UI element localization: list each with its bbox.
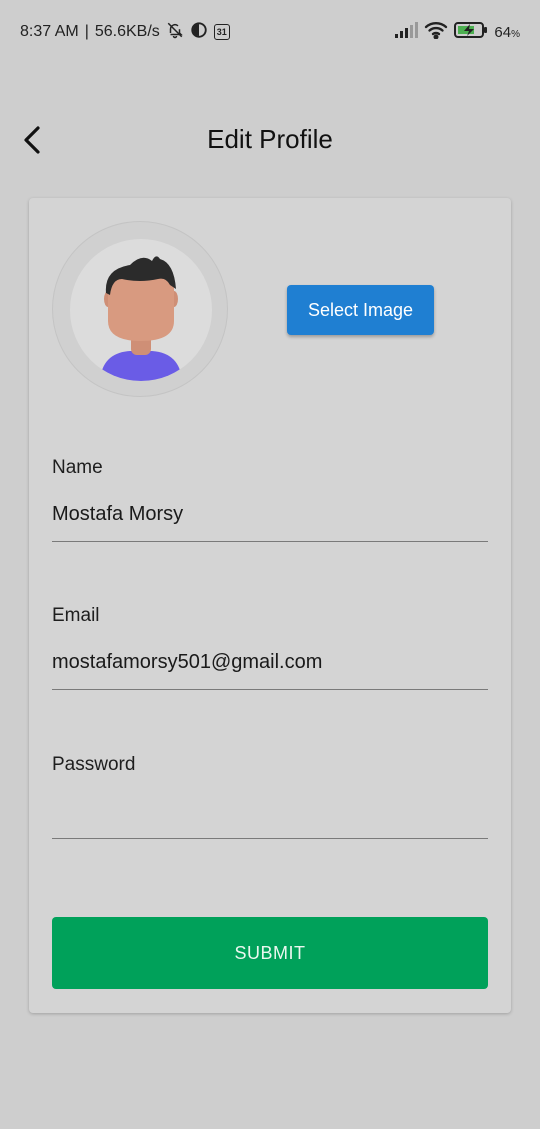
signal-icon [394, 21, 419, 43]
battery-value: 64 [494, 23, 512, 41]
bell-off-icon [166, 21, 184, 44]
status-left: 8:37 AM | 56.6KB/s 31 [20, 21, 230, 44]
name-label: Name [52, 457, 103, 478]
calendar-icon: 31 [213, 24, 230, 40]
battery-charging-icon [454, 21, 488, 44]
user-avatar-illustration [100, 256, 182, 381]
email-input[interactable]: mostafamorsy501@gmail.com [52, 651, 488, 690]
profile-card: Select Image Name Mostafa Morsy Email mo… [29, 198, 511, 1013]
select-image-button[interactable]: Select Image [287, 285, 434, 335]
vpn-icon [190, 21, 208, 44]
name-input[interactable]: Mostafa Morsy [52, 503, 488, 542]
avatar-container[interactable] [52, 221, 228, 397]
status-right: 64% [394, 21, 520, 44]
submit-button[interactable]: SUBMIT [52, 917, 488, 989]
status-separator: | [84, 23, 89, 40]
network-speed: 56.6KB/s [94, 23, 160, 40]
app-bar: Edit Profile [0, 110, 540, 170]
battery-percentage: 64% [494, 24, 520, 41]
status-time: 8:37 AM [20, 23, 79, 40]
password-label: Password [52, 754, 136, 775]
page-title: Edit Profile [207, 124, 333, 154]
wifi-icon [424, 21, 448, 44]
status-bar: 8:37 AM | 56.6KB/s 31 64% [0, 0, 540, 64]
email-label: Email [52, 605, 100, 626]
password-input[interactable] [52, 800, 488, 839]
avatar [70, 239, 212, 381]
battery-unit: % [511, 28, 520, 40]
